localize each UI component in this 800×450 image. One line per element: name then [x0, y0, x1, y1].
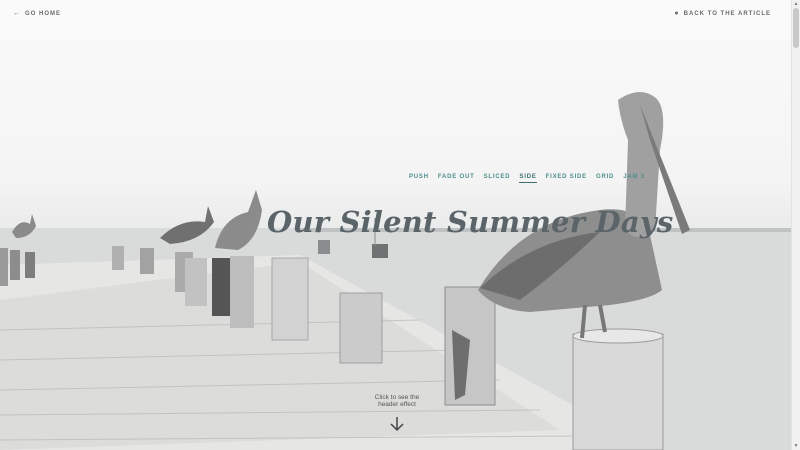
scroll-up-icon[interactable]: ▲ [792, 0, 800, 8]
back-to-article-link[interactable]: ● BACK TO THE ARTICLE [674, 10, 771, 17]
scrollbar[interactable]: ▲ ▼ [791, 0, 800, 450]
arrow-left-icon: ← [13, 10, 21, 17]
nav-item-grid[interactable]: GRID [596, 174, 614, 183]
drop-icon: ● [674, 10, 680, 17]
go-home-label: GO HOME [25, 10, 62, 17]
back-to-article-label: BACK TO THE ARTICLE [683, 10, 771, 17]
nav-item-sliced[interactable]: SLICED [484, 174, 511, 183]
nav-item-fixed-side[interactable]: FIXED SIDE [546, 174, 587, 183]
scroll-down-icon[interactable]: ▼ [792, 442, 800, 450]
header-effect-hint: Click to see the header effect [374, 394, 420, 408]
nav-item-jam-3[interactable]: JAM 3 [623, 174, 645, 183]
page-title: Our Silent Summer Days [267, 205, 674, 240]
arrow-down-icon[interactable] [387, 414, 407, 434]
go-home-link[interactable]: ← GO HOME [13, 10, 61, 17]
nav-item-side[interactable]: SIDE [519, 174, 537, 183]
nav-item-fade-out[interactable]: FADE OUT [438, 174, 475, 183]
hero-background: ← GO HOME ● BACK TO THE ARTICLE PUSH FAD… [0, 0, 792, 450]
nav-item-push[interactable]: PUSH [409, 174, 429, 183]
demo-nav: PUSH FADE OUT SLICED SIDE FIXED SIDE GRI… [409, 174, 645, 183]
scroll-thumb[interactable] [793, 8, 799, 48]
